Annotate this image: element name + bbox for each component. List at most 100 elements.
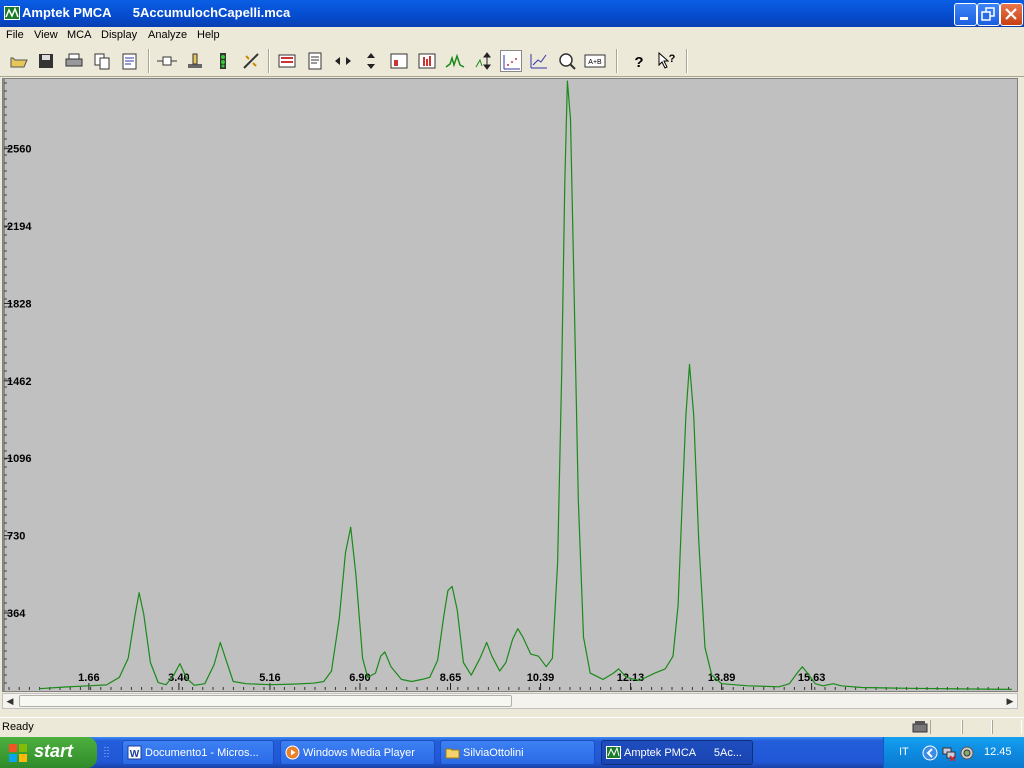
color-bars-icon xyxy=(278,54,296,68)
menu-display[interactable]: Display xyxy=(101,29,137,41)
spectrum-chart[interactable]: 364730109614621828219425601.66 3.40 5.16 6.… xyxy=(3,79,1017,691)
close-button[interactable] xyxy=(1000,3,1023,26)
restore-icon xyxy=(981,7,995,21)
context-help-icon: ? xyxy=(658,51,676,69)
toolbar-separator xyxy=(148,49,150,73)
save-icon xyxy=(39,54,53,68)
scroll-right-arrow-icon[interactable]: ▶ xyxy=(1003,694,1017,708)
media-player-icon xyxy=(285,745,300,760)
menu-view[interactable]: View xyxy=(34,29,58,41)
status-panel xyxy=(962,720,992,734)
title-bar[interactable]: Amptek PMCA 5AccumulochCapelli.mca xyxy=(0,0,1024,27)
vertical-zoom-icon xyxy=(367,53,375,69)
connect-icon xyxy=(157,56,177,66)
context-help-question-mark: ? xyxy=(669,53,676,65)
roi-icon xyxy=(390,53,408,69)
a-plus-b-button[interactable]: A+B xyxy=(584,50,606,72)
color-bars-button[interactable] xyxy=(276,50,298,72)
print-button[interactable] xyxy=(63,50,85,72)
task-button-pmca[interactable]: Amptek PMCA 5Ac... xyxy=(601,740,753,765)
y-tick-label: 364 xyxy=(7,608,26,620)
roi-button[interactable] xyxy=(388,50,410,72)
x-tick-label: 6.90 xyxy=(349,672,370,684)
status-text: Ready xyxy=(2,721,34,733)
start-button[interactable]: start xyxy=(0,737,97,768)
app-icon[interactable] xyxy=(4,6,20,20)
calibrate-icon xyxy=(243,53,259,69)
peak-button[interactable] xyxy=(444,50,466,72)
spectrum-series-line[interactable] xyxy=(39,80,1012,690)
task-button-folder[interactable]: SilviaOttolini xyxy=(440,740,595,765)
menu-file[interactable]: File xyxy=(6,29,24,41)
quick-launch-handle[interactable] xyxy=(103,746,111,760)
start-label: start xyxy=(34,741,74,761)
menu-analyze[interactable]: Analyze xyxy=(148,29,187,41)
expand-tray-icon[interactable] xyxy=(922,745,938,761)
horizontal-scrollbar[interactable]: ◀ ▶ xyxy=(2,693,1018,709)
folder-icon xyxy=(445,748,460,759)
auto-scale-button[interactable] xyxy=(472,50,494,72)
menu-bar: File View MCA Display Analyze Help xyxy=(0,27,1024,45)
minimize-icon xyxy=(960,17,968,20)
properties-icon xyxy=(122,53,137,70)
network-icon[interactable] xyxy=(941,745,957,761)
horizontal-zoom-button[interactable] xyxy=(332,50,354,72)
y-tick-label: 1096 xyxy=(7,453,31,465)
open-icon xyxy=(10,57,28,68)
save-button[interactable] xyxy=(35,50,57,72)
minimize-button[interactable] xyxy=(954,3,977,26)
print-icon xyxy=(65,53,83,67)
notes-button[interactable] xyxy=(304,50,326,72)
toolbar: A+B ? ? xyxy=(0,46,1024,77)
clock[interactable]: 12.45 xyxy=(984,746,1012,758)
x-tick-label: 1.66 xyxy=(78,672,99,684)
x-tick-label: 5.16 xyxy=(259,672,280,684)
hard-disk-icon xyxy=(912,721,928,733)
connect-button[interactable] xyxy=(156,50,178,72)
x-tick-label: 8.65 xyxy=(440,672,461,684)
dot-mode-icon xyxy=(503,55,520,70)
line-mode-button[interactable] xyxy=(528,50,550,72)
open-button[interactable] xyxy=(8,50,30,72)
task-button-media-player[interactable]: Windows Media Player xyxy=(280,740,435,765)
acquire-setup-button[interactable] xyxy=(184,50,206,72)
word-icon: W xyxy=(127,745,142,760)
menu-help[interactable]: Help xyxy=(197,29,220,41)
y-tick-label: 1462 xyxy=(7,376,31,388)
horizontal-zoom-icon xyxy=(335,57,351,65)
zoom-in-button[interactable] xyxy=(556,50,578,72)
close-icon xyxy=(1005,8,1017,20)
help-icon: ? xyxy=(634,54,643,71)
status-panel xyxy=(930,720,962,734)
bar-mode-icon xyxy=(418,53,436,69)
help-question-mark: ? xyxy=(634,54,643,71)
toolbar-separator xyxy=(686,49,688,73)
spectrum-plot[interactable]: 364 730 1096 1462 1828 2194 2560 1.66 3.40 5.16 6.… xyxy=(2,78,1018,692)
restore-button[interactable] xyxy=(977,3,1000,26)
peak-icon xyxy=(445,53,465,68)
traffic-light-button[interactable] xyxy=(212,50,234,72)
task-label: SilviaOttolini xyxy=(463,747,524,759)
task-button-word[interactable]: W Documento1 - Micros... xyxy=(122,740,274,765)
scrollbar-thumb[interactable] xyxy=(19,695,512,707)
dot-mode-button[interactable] xyxy=(500,50,522,72)
language-indicator[interactable]: IT xyxy=(899,746,909,758)
context-help-button[interactable]: ? xyxy=(656,50,678,72)
help-button[interactable]: ? xyxy=(628,50,650,72)
properties-button[interactable] xyxy=(119,50,141,72)
window-title: Amptek PMCA 5AccumulochCapelli.mca xyxy=(22,5,290,20)
taskbar: start W Documento1 - Micros... Windows M… xyxy=(0,737,1024,768)
pmca-icon xyxy=(606,746,621,759)
notes-icon xyxy=(308,52,322,70)
menu-mca[interactable]: MCA xyxy=(67,29,91,41)
status-bar: Ready xyxy=(0,717,1024,737)
windows-logo-icon xyxy=(9,744,27,762)
bar-mode-button[interactable] xyxy=(416,50,438,72)
copy-button[interactable] xyxy=(91,50,113,72)
scroll-left-arrow-icon[interactable]: ◀ xyxy=(3,694,17,708)
vertical-zoom-button[interactable] xyxy=(360,50,382,72)
security-shield-icon[interactable] xyxy=(959,745,975,761)
traffic-light-icon xyxy=(220,53,226,69)
copy-icon xyxy=(94,53,110,70)
calibrate-button[interactable] xyxy=(240,50,262,72)
